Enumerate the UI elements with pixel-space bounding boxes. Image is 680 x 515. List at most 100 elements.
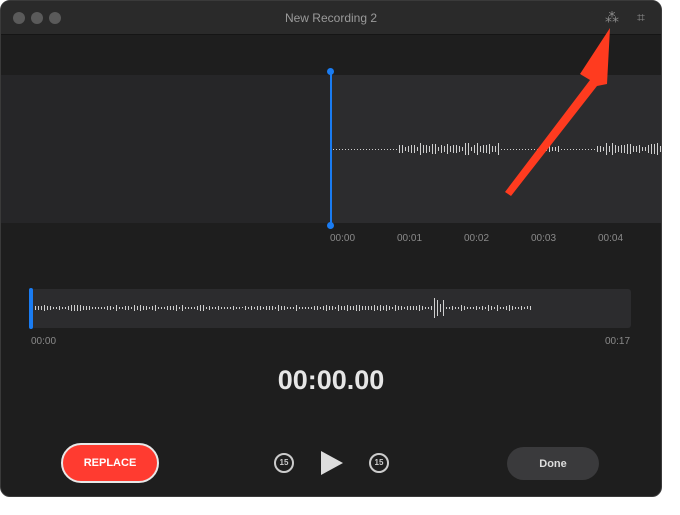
waveform-bar (269, 306, 270, 310)
waveform-bar (465, 143, 466, 155)
waveform-bar (483, 145, 484, 153)
play-button[interactable] (321, 451, 343, 475)
waveform-bar (272, 305, 273, 311)
waveform-bar (462, 146, 463, 152)
waveform-bar (333, 148, 334, 150)
waveform-bar (203, 305, 204, 311)
waveform-bar (657, 143, 658, 155)
replace-button[interactable]: REPLACE (61, 443, 159, 483)
waveform-bar (104, 306, 105, 310)
waveform-bar (254, 307, 255, 309)
waveform-bar (387, 148, 388, 150)
waveform-bar (68, 305, 69, 311)
waveform-bar (375, 148, 376, 150)
waveform-bar (347, 305, 348, 311)
waveform-bar (338, 305, 339, 311)
done-button[interactable]: Done (507, 447, 599, 480)
waveform-bar (491, 306, 492, 310)
waveform-bar (368, 305, 369, 311)
time-tick: 00:03 (531, 233, 557, 244)
waveform-bar (390, 148, 391, 150)
waveform-bar (627, 143, 628, 155)
waveform-bar (455, 306, 456, 310)
waveform-bar (185, 307, 186, 309)
waveform-bar (329, 306, 330, 310)
skip-forward-15-button[interactable]: 15 (369, 453, 389, 473)
waveform-bar (419, 305, 420, 311)
waveform-bar (389, 306, 390, 310)
waveform-bar (215, 306, 216, 310)
waveform-bar (639, 145, 640, 153)
waveform-bar (392, 307, 393, 309)
waveform-bar (446, 307, 447, 309)
waveform-bar (221, 307, 222, 309)
waveform-bar (161, 307, 162, 309)
waveform-bar (128, 306, 129, 310)
waveform-bar (314, 305, 315, 310)
waveform-bar (305, 307, 306, 309)
waveform-bar (402, 144, 403, 154)
waveform-bar (320, 306, 321, 310)
waveform-bar (489, 144, 490, 154)
waveform-bar (423, 144, 424, 154)
waveform-bar (251, 306, 252, 310)
waveform-bar (332, 306, 333, 310)
waveform-bar (233, 305, 234, 311)
waveform-bar (224, 306, 225, 310)
waveform-bar (435, 144, 436, 154)
playhead-bottom-handle[interactable] (327, 222, 334, 229)
waveform-bar (660, 145, 661, 153)
waveform-bar (354, 148, 355, 150)
waveform-bar (405, 146, 406, 152)
waveform-bar (323, 306, 324, 310)
playhead[interactable] (330, 71, 332, 227)
waveform-bar (383, 305, 384, 311)
waveform-bar (206, 307, 207, 309)
waveform-bar (452, 306, 453, 310)
waveform-bar (275, 306, 276, 310)
waveform-bar (461, 305, 462, 311)
time-tick: 00:01 (397, 233, 423, 244)
overview-position-handle[interactable] (29, 288, 33, 329)
waveform-bar (408, 146, 409, 152)
waveform-bar (630, 144, 631, 154)
waveform-bar (477, 143, 478, 155)
waveform-bar (426, 145, 427, 153)
playhead-top-handle[interactable] (327, 68, 334, 75)
trim-icon[interactable]: ⌗ (637, 9, 645, 26)
waveform-bar (500, 307, 501, 309)
waveform-bar (359, 305, 360, 311)
waveform-bar (414, 144, 415, 154)
waveform-bar (89, 306, 90, 310)
waveform-bar (179, 306, 180, 310)
waveform-bar (381, 148, 382, 150)
waveform-bar (486, 144, 487, 154)
waveform-bar (417, 146, 418, 152)
waveform-bar (248, 307, 249, 309)
skip-back-15-button[interactable]: 15 (274, 453, 294, 473)
waveform-bar (170, 305, 171, 311)
waveform-bar (369, 148, 370, 150)
waveform-bar (125, 306, 126, 310)
waveform-bar (509, 305, 510, 311)
waveform-bar (281, 305, 282, 311)
waveform-overview[interactable] (31, 289, 631, 328)
waveform-bar (488, 305, 489, 311)
waveform-bar (459, 146, 460, 152)
waveform-bar (506, 306, 507, 310)
waveform-bar (155, 305, 156, 311)
waveform-bar (398, 306, 399, 310)
waveform-bar (443, 300, 444, 316)
waveform-bar (95, 306, 96, 310)
waveform-bar (524, 306, 525, 310)
waveform-bar (278, 305, 279, 311)
waveform-bar (194, 307, 195, 309)
waveform-bar (494, 306, 495, 310)
waveform-bar (101, 306, 102, 310)
waveform-bar (413, 306, 414, 310)
waveform-bar (456, 145, 457, 153)
waveform-bar (380, 305, 381, 311)
waveform-bar (311, 307, 312, 309)
waveform-bar (113, 306, 114, 310)
waveform-bar (422, 305, 423, 311)
